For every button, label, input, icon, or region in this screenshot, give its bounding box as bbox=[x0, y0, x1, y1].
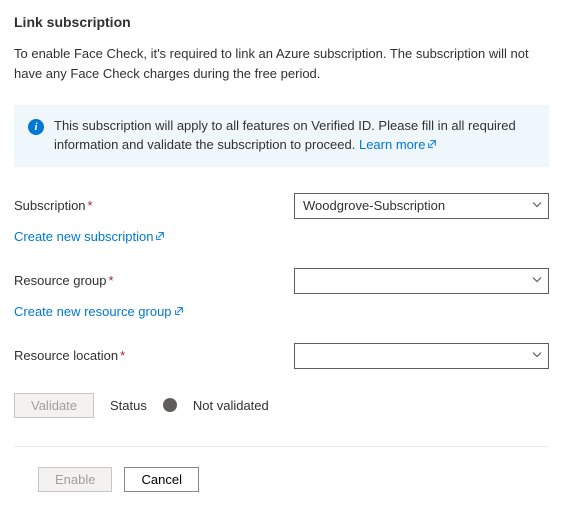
external-link-icon bbox=[153, 229, 165, 244]
required-indicator: * bbox=[88, 198, 93, 213]
status-dot-icon bbox=[163, 398, 177, 412]
resource-group-label: Resource group* bbox=[14, 273, 294, 288]
external-link-icon bbox=[425, 137, 437, 152]
info-icon: i bbox=[28, 119, 44, 135]
required-indicator: * bbox=[109, 273, 114, 288]
required-indicator: * bbox=[120, 348, 125, 363]
create-subscription-link[interactable]: Create new subscription bbox=[14, 229, 165, 244]
info-banner: i This subscription will apply to all fe… bbox=[14, 105, 549, 167]
subscription-select[interactable]: Woodgrove-Subscription bbox=[294, 193, 549, 219]
subscription-row: Subscription* Woodgrove-Subscription bbox=[14, 193, 549, 219]
cancel-button[interactable]: Cancel bbox=[124, 467, 198, 492]
resource-location-row: Resource location* bbox=[14, 343, 549, 369]
divider bbox=[14, 446, 549, 447]
info-text: This subscription will apply to all feat… bbox=[54, 117, 535, 155]
enable-button[interactable]: Enable bbox=[38, 467, 112, 492]
footer-buttons: Enable Cancel bbox=[14, 467, 549, 492]
resource-location-label: Resource location* bbox=[14, 348, 294, 363]
create-resource-group-link[interactable]: Create new resource group bbox=[14, 304, 184, 319]
validate-button[interactable]: Validate bbox=[14, 393, 94, 418]
external-link-icon bbox=[172, 304, 184, 319]
subscription-value: Woodgrove-Subscription bbox=[303, 198, 445, 213]
validate-row: Validate Status Not validated bbox=[14, 393, 549, 418]
resource-location-select[interactable] bbox=[294, 343, 549, 369]
resource-group-row: Resource group* bbox=[14, 268, 549, 294]
info-message: This subscription will apply to all feat… bbox=[54, 118, 516, 152]
resource-group-select[interactable] bbox=[294, 268, 549, 294]
subscription-label: Subscription* bbox=[14, 198, 294, 213]
status-value: Not validated bbox=[193, 398, 269, 413]
learn-more-link[interactable]: Learn more bbox=[359, 137, 437, 152]
status-label: Status bbox=[110, 398, 147, 413]
intro-text: To enable Face Check, it's required to l… bbox=[14, 44, 549, 83]
page-title: Link subscription bbox=[14, 14, 549, 30]
